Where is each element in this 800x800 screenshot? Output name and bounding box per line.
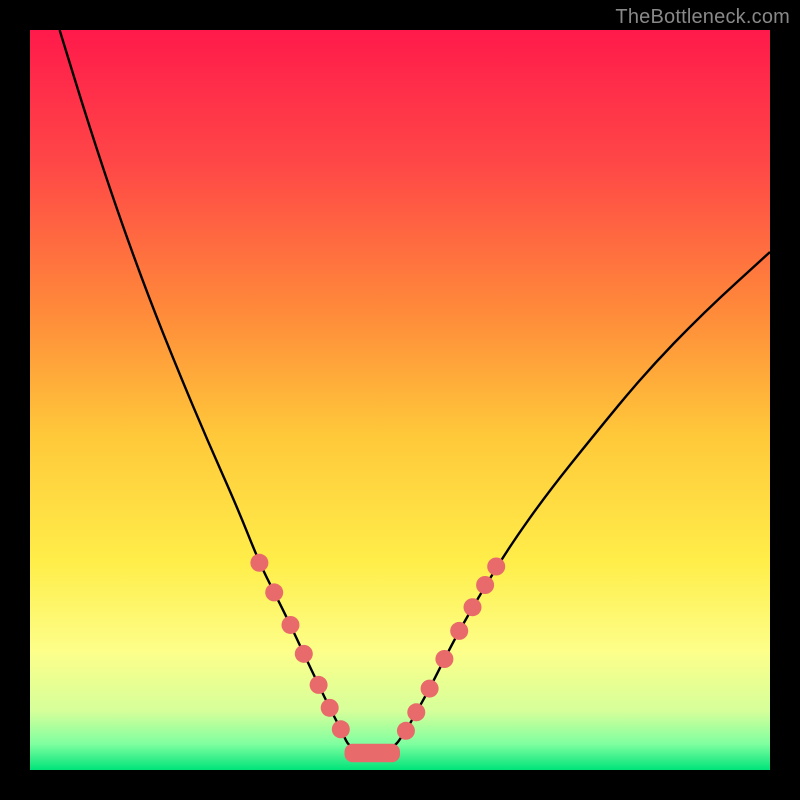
curve-dot — [310, 676, 328, 694]
chart-frame: TheBottleneck.com — [0, 0, 800, 800]
curve-dot — [450, 622, 468, 640]
curve-dot — [321, 699, 339, 717]
curve-dot — [476, 576, 494, 594]
curve-dot — [421, 680, 439, 698]
curve-dot — [407, 703, 425, 721]
watermark-text: TheBottleneck.com — [615, 6, 790, 29]
curve-dot — [435, 650, 453, 668]
curve-dot — [295, 645, 313, 663]
curve-dot — [397, 722, 415, 740]
bottleneck-chart — [30, 30, 770, 770]
gradient-background — [30, 30, 770, 770]
bottom-band — [345, 744, 401, 763]
curve-dot — [487, 558, 505, 576]
curve-dot — [250, 554, 268, 572]
curve-dot — [464, 598, 482, 616]
curve-dot — [265, 583, 283, 601]
curve-dot — [281, 616, 299, 634]
curve-dot — [332, 720, 350, 738]
plot-area — [30, 30, 770, 770]
